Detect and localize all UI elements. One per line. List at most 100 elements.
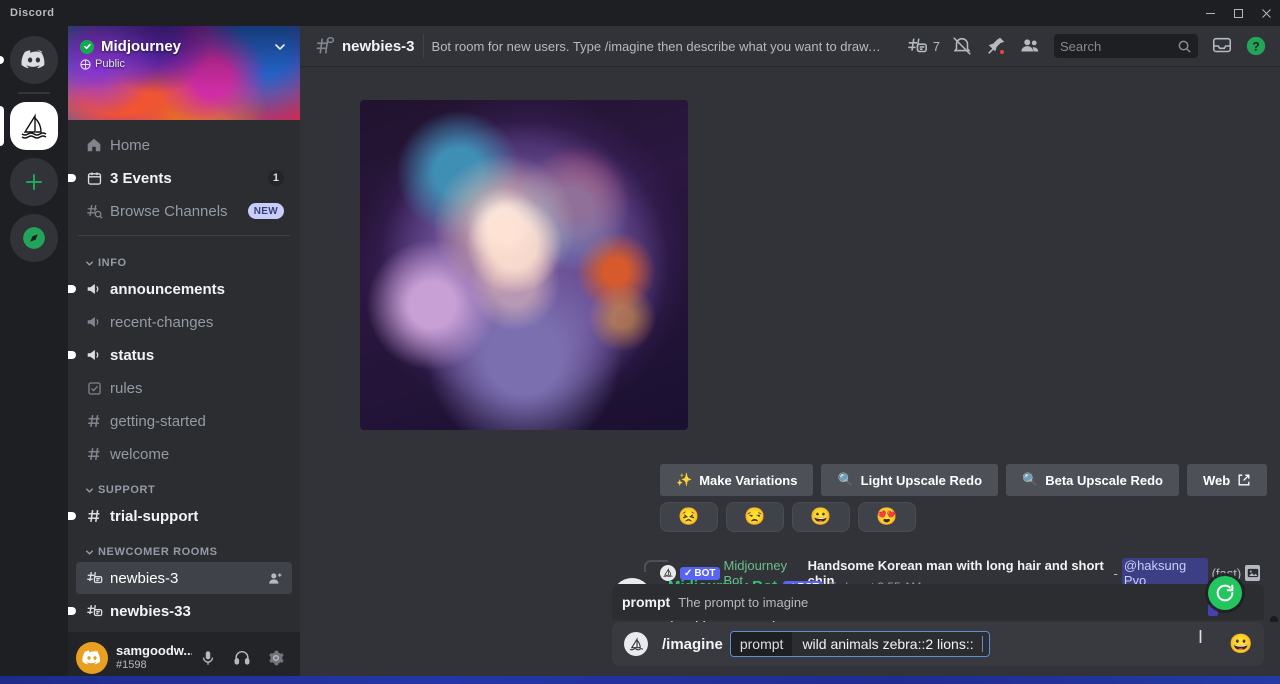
sidebar-item-browse-channels[interactable]: Browse Channels NEW bbox=[76, 195, 292, 227]
message-action-buttons: ✨ Make Variations 🔍 Light Upscale Redo 🔍… bbox=[660, 464, 1268, 496]
argument-value[interactable]: wild animals zebra::2 lions:: bbox=[792, 632, 981, 656]
user-identity[interactable]: samgoodw... #1598 bbox=[116, 644, 192, 672]
category-newcomer-rooms[interactable]: NEWCOMER ROOMS bbox=[76, 533, 292, 561]
window-title-bar: Discord bbox=[0, 0, 1280, 26]
channel-list: Home 3 Events 1 Browse Channels NEW INFO… bbox=[68, 120, 300, 648]
reaction-heart-eyes[interactable]: 😍 bbox=[858, 502, 916, 532]
sidebar-item-newbies-3[interactable]: newbies-3 bbox=[76, 562, 292, 594]
bell-muted-icon[interactable] bbox=[946, 30, 978, 62]
reaction-unamused[interactable]: 😒 bbox=[726, 502, 784, 532]
make-variations-button[interactable]: ✨ Make Variations bbox=[660, 464, 814, 496]
hash-icon bbox=[84, 506, 104, 526]
sidebar-item-home[interactable]: Home bbox=[76, 129, 292, 161]
announcement-icon bbox=[84, 345, 104, 365]
button-label: Light Upscale Redo bbox=[860, 472, 983, 488]
server-rail bbox=[0, 26, 68, 684]
rail-item-midjourney[interactable] bbox=[0, 98, 68, 154]
maximize-button[interactable] bbox=[1224, 0, 1252, 26]
reload-button[interactable] bbox=[1208, 576, 1242, 610]
sidebar-item-rules[interactable]: rules bbox=[76, 372, 292, 404]
main-content: newbies-3 Bot room for new users. Type /… bbox=[300, 26, 1280, 684]
rail-item-add-server[interactable] bbox=[0, 154, 68, 210]
rail-divider bbox=[18, 92, 50, 94]
channel-label: rules bbox=[110, 379, 143, 397]
sidebar-item-announcements[interactable]: announcements bbox=[68, 273, 292, 305]
sidebar-item-trial-support[interactable]: trial-support bbox=[68, 500, 292, 532]
category-info[interactable]: INFO bbox=[76, 244, 292, 272]
svg-text:?: ? bbox=[1252, 40, 1259, 54]
sidebar-item-newbies-33[interactable]: newbies-33 bbox=[68, 595, 292, 627]
pin-icon[interactable] bbox=[980, 30, 1012, 62]
category-support[interactable]: SUPPORT bbox=[76, 471, 292, 499]
rail-item-direct-messages[interactable] bbox=[0, 32, 68, 88]
persevere-emoji: 😣 bbox=[678, 507, 700, 526]
unread-indicator bbox=[68, 351, 76, 359]
beta-upscale-redo-button[interactable]: 🔍 Beta Upscale Redo bbox=[1006, 464, 1179, 496]
members-icon[interactable] bbox=[1014, 30, 1046, 62]
bot-check-icon: ✓ bbox=[684, 567, 693, 579]
command-argument-pill[interactable]: prompt wild animals zebra::2 lions:: bbox=[729, 631, 990, 657]
close-button[interactable] bbox=[1252, 0, 1280, 26]
home-icon bbox=[84, 135, 104, 155]
scrollbar-thumb[interactable] bbox=[1270, 616, 1278, 622]
search-icon bbox=[1177, 39, 1192, 54]
channel-label: recent-changes bbox=[110, 313, 214, 331]
discord-window: Discord Midjourney Public Home 3 Events … bbox=[0, 0, 1280, 684]
message-scrollbar[interactable] bbox=[1270, 146, 1278, 622]
unread-indicator bbox=[68, 512, 76, 520]
emoji-picker-button[interactable]: 😀 bbox=[1228, 631, 1254, 657]
channel-title: newbies-3 bbox=[342, 37, 415, 55]
help-icon[interactable]: ? bbox=[1240, 30, 1272, 62]
microphone-icon[interactable] bbox=[192, 642, 224, 674]
header-actions: 7 Search ? bbox=[901, 30, 1272, 62]
server-name: Midjourney bbox=[101, 38, 182, 55]
server-privacy: Public bbox=[80, 58, 125, 70]
rail-item-explore-servers[interactable] bbox=[0, 210, 68, 266]
sidebar-item-status[interactable]: status bbox=[68, 339, 292, 371]
channel-label: trial-support bbox=[110, 507, 199, 525]
hash-thread-icon bbox=[84, 601, 104, 621]
gear-icon[interactable] bbox=[260, 642, 292, 674]
headphones-icon[interactable] bbox=[226, 642, 258, 674]
add-member-icon[interactable] bbox=[267, 570, 284, 587]
window-controls bbox=[1196, 0, 1280, 26]
generated-image-attachment[interactable] bbox=[360, 100, 688, 430]
external-link-icon bbox=[1237, 473, 1251, 487]
argument-description: The prompt to imagine bbox=[678, 594, 809, 610]
app-title: Discord bbox=[10, 7, 55, 19]
server-banner[interactable]: Midjourney Public bbox=[68, 26, 300, 120]
reaction-persevere[interactable]: 😣 bbox=[660, 502, 718, 532]
sidebar-item-label: 3 Events bbox=[110, 169, 172, 187]
announcement-icon bbox=[84, 312, 104, 332]
sidebar-item-events[interactable]: 3 Events 1 bbox=[68, 162, 292, 194]
reaction-grinning[interactable]: 😀 bbox=[792, 502, 850, 532]
avatar[interactable] bbox=[76, 642, 108, 674]
sidebar-item-welcome[interactable]: welcome bbox=[76, 438, 292, 470]
web-button[interactable]: Web bbox=[1186, 464, 1268, 496]
sidebar-item-getting-started[interactable]: getting-started bbox=[76, 405, 292, 437]
minimize-button[interactable] bbox=[1196, 0, 1224, 26]
channel-label: getting-started bbox=[110, 412, 206, 430]
inbox-icon[interactable] bbox=[1206, 30, 1238, 62]
sidebar-item-label: Home bbox=[110, 136, 151, 154]
announcement-icon bbox=[84, 279, 104, 299]
rules-icon bbox=[84, 378, 104, 398]
sidebar-item-recent-changes[interactable]: recent-changes bbox=[76, 306, 292, 338]
server-privacy-label: Public bbox=[95, 58, 125, 70]
verified-badge-icon bbox=[80, 39, 94, 54]
argument-name: prompt bbox=[622, 594, 671, 610]
magnifier-icon: 🔍 bbox=[837, 472, 854, 487]
magnifier-icon: 🔍 bbox=[1022, 472, 1039, 487]
channel-label: welcome bbox=[110, 445, 170, 463]
chevron-down-icon[interactable] bbox=[272, 39, 288, 55]
search-input[interactable]: Search bbox=[1054, 34, 1198, 58]
threads-icon[interactable] bbox=[901, 30, 933, 62]
hash-icon bbox=[84, 444, 104, 464]
plus-icon bbox=[10, 158, 58, 206]
channel-header: newbies-3 Bot room for new users. Type /… bbox=[300, 26, 1280, 66]
light-upscale-redo-button[interactable]: 🔍 Light Upscale Redo bbox=[821, 464, 999, 496]
slash-command-label: /imagine bbox=[662, 635, 723, 653]
header-divider bbox=[422, 34, 424, 58]
channel-sidebar: Midjourney Public Home 3 Events 1 Browse… bbox=[68, 26, 300, 684]
message-composer[interactable]: /imagine prompt wild animals zebra::2 li… bbox=[612, 622, 1264, 666]
